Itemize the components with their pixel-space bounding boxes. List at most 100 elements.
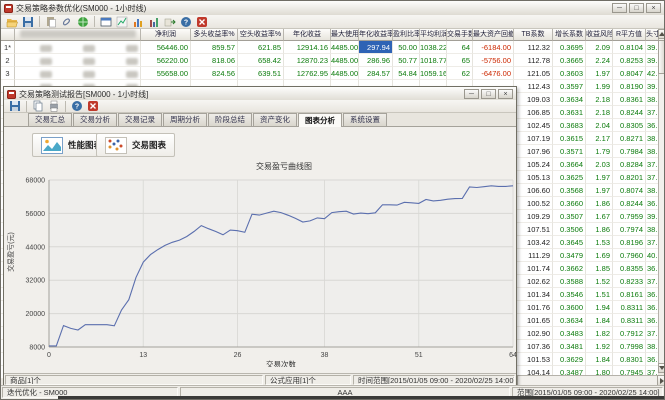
report-minimize-button[interactable]: ─ bbox=[464, 89, 479, 99]
table-cell[interactable]: 0.7974 bbox=[613, 223, 646, 236]
save-icon[interactable] bbox=[21, 15, 35, 28]
table-cell[interactable]: 0.3662 bbox=[553, 262, 586, 275]
table-cell[interactable]: 64 bbox=[447, 41, 473, 54]
table-cell[interactable]: 658.42 bbox=[238, 54, 284, 67]
table-cell[interactable]: 50.00 bbox=[393, 41, 420, 54]
table-cell[interactable]: 54.84 bbox=[393, 67, 420, 80]
table-cell[interactable]: 297.94 bbox=[359, 41, 393, 54]
column-header[interactable]: 增长系数 bbox=[553, 29, 586, 41]
table-cell[interactable] bbox=[15, 41, 141, 54]
table-cell[interactable]: 107.96 bbox=[514, 145, 553, 158]
table-cell[interactable]: 0.8311 bbox=[613, 314, 646, 327]
table-cell[interactable]: 111.29 bbox=[514, 249, 553, 262]
table-cell[interactable]: 0.3629 bbox=[553, 353, 586, 366]
table-row[interactable]: 1*56446.00859.57621.8512914.164485.00297… bbox=[1, 41, 659, 54]
table-cell[interactable]: 1.86 bbox=[586, 197, 613, 210]
copy-icon[interactable] bbox=[31, 100, 45, 113]
table-cell[interactable]: 2.17 bbox=[586, 132, 613, 145]
table-cell[interactable]: 1.97 bbox=[586, 67, 613, 80]
print-icon[interactable] bbox=[47, 100, 61, 113]
table-cell[interactable]: 100.52 bbox=[514, 197, 553, 210]
vertical-scrollbar[interactable] bbox=[658, 29, 665, 373]
table-cell[interactable]: 1.97 bbox=[586, 171, 613, 184]
table-cell[interactable]: 0.3625 bbox=[553, 171, 586, 184]
table-cell[interactable]: 0.8104 bbox=[613, 41, 646, 54]
link-icon[interactable] bbox=[60, 15, 74, 28]
column-header[interactable]: 多头收益率% bbox=[191, 29, 238, 41]
table-cell[interactable]: 0.8284 bbox=[613, 158, 646, 171]
table-cell[interactable]: 621.85 bbox=[238, 41, 284, 54]
column-header[interactable]: 交易手数 bbox=[447, 29, 473, 41]
table-cell[interactable]: 2 bbox=[1, 54, 15, 67]
close-button[interactable]: × bbox=[646, 3, 661, 13]
table-cell[interactable]: 0.3568 bbox=[553, 184, 586, 197]
column-header[interactable] bbox=[15, 29, 141, 41]
open-icon[interactable] bbox=[5, 15, 19, 28]
column-header[interactable]: 空头收益率% bbox=[238, 29, 284, 41]
table-cell[interactable]: 1.52 bbox=[586, 275, 613, 288]
table-cell[interactable]: 12914.16 bbox=[284, 41, 331, 54]
table-cell[interactable]: 0.3571 bbox=[553, 145, 586, 158]
table-cell[interactable]: 105.24 bbox=[514, 158, 553, 171]
table-cell[interactable]: 1.79 bbox=[586, 145, 613, 158]
table-cell[interactable]: 1018.77 bbox=[420, 54, 447, 67]
table-cell[interactable]: 0.3483 bbox=[553, 327, 586, 340]
table-cell[interactable]: 1.99 bbox=[586, 80, 613, 93]
table-cell[interactable]: 0.3597 bbox=[553, 80, 586, 93]
table-cell[interactable]: 0.8244 bbox=[613, 106, 646, 119]
table-cell[interactable]: 1* bbox=[1, 41, 15, 54]
table-cell[interactable]: 55658.00 bbox=[141, 67, 191, 80]
help-icon[interactable]: ? bbox=[70, 100, 84, 113]
table-cell[interactable]: 101.53 bbox=[514, 353, 553, 366]
table-cell[interactable]: 1.82 bbox=[586, 327, 613, 340]
table-cell[interactable]: 1.86 bbox=[586, 223, 613, 236]
report-tab-8[interactable]: 系统设置 bbox=[343, 113, 387, 126]
table-cell[interactable]: 818.06 bbox=[191, 54, 238, 67]
table-cell[interactable]: 0.7960 bbox=[613, 249, 646, 262]
table-cell[interactable]: 1.97 bbox=[586, 184, 613, 197]
report-tab-5[interactable]: 阶段总结 bbox=[208, 113, 252, 126]
table-row[interactable]: 256220.00818.06658.4212870.234485.00286.… bbox=[1, 54, 659, 67]
column-header[interactable]: TB系数 bbox=[514, 29, 553, 41]
table-cell[interactable]: 0.3481 bbox=[553, 340, 586, 353]
table-cell[interactable]: 0.8253 bbox=[613, 54, 646, 67]
minimize-button[interactable]: ─ bbox=[612, 3, 627, 13]
report-tab-2[interactable]: 交易分析 bbox=[73, 113, 117, 126]
table-cell[interactable]: 50.77 bbox=[393, 54, 420, 67]
table-cell[interactable]: 0.7998 bbox=[613, 340, 646, 353]
table-cell[interactable]: 4485.00 bbox=[331, 67, 359, 80]
table-cell[interactable]: 0.3479 bbox=[553, 249, 586, 262]
column-header[interactable]: 最大资产回撤 bbox=[473, 29, 514, 41]
table-cell[interactable] bbox=[15, 67, 141, 80]
table-cell[interactable]: 0.3506 bbox=[553, 223, 586, 236]
table-cell[interactable]: 112.43 bbox=[514, 80, 553, 93]
table-cell[interactable]: 639.51 bbox=[238, 67, 284, 80]
table-cell[interactable]: 62 bbox=[447, 67, 473, 80]
table-cell[interactable]: 0.7959 bbox=[613, 210, 646, 223]
table-cell[interactable]: 1059.16 bbox=[420, 67, 447, 80]
table-cell[interactable]: 109.03 bbox=[514, 93, 553, 106]
close-doc-icon[interactable] bbox=[86, 100, 100, 113]
table-cell[interactable]: 107.19 bbox=[514, 132, 553, 145]
table-cell[interactable]: 0.8233 bbox=[613, 275, 646, 288]
table-cell[interactable]: 0.3683 bbox=[553, 119, 586, 132]
table-cell[interactable]: 0.3603 bbox=[553, 67, 586, 80]
table-cell[interactable]: 2.03 bbox=[586, 158, 613, 171]
table-cell[interactable]: 12762.95 bbox=[284, 67, 331, 80]
table-cell[interactable]: 0.8311 bbox=[613, 301, 646, 314]
help-icon[interactable]: ? bbox=[179, 15, 193, 28]
table-cell[interactable]: 103.42 bbox=[514, 236, 553, 249]
table-cell[interactable]: 2.18 bbox=[586, 106, 613, 119]
table-cell[interactable]: 0.8305 bbox=[613, 119, 646, 132]
scroll-down-button[interactable] bbox=[658, 363, 665, 373]
table-cell[interactable]: 3 bbox=[1, 67, 15, 80]
table-cell[interactable]: 0.3695 bbox=[553, 41, 586, 54]
table-cell[interactable]: 0.3615 bbox=[553, 132, 586, 145]
table-cell[interactable]: 0.3600 bbox=[553, 301, 586, 314]
table-cell[interactable]: 0.3664 bbox=[553, 158, 586, 171]
table-cell[interactable]: 101.34 bbox=[514, 288, 553, 301]
table-cell[interactable]: -6184.00 bbox=[473, 41, 514, 54]
formula-chart-icon[interactable] bbox=[115, 15, 129, 28]
table-cell[interactable]: 65 bbox=[447, 54, 473, 67]
vertical-scroll-thumb[interactable] bbox=[658, 40, 665, 74]
